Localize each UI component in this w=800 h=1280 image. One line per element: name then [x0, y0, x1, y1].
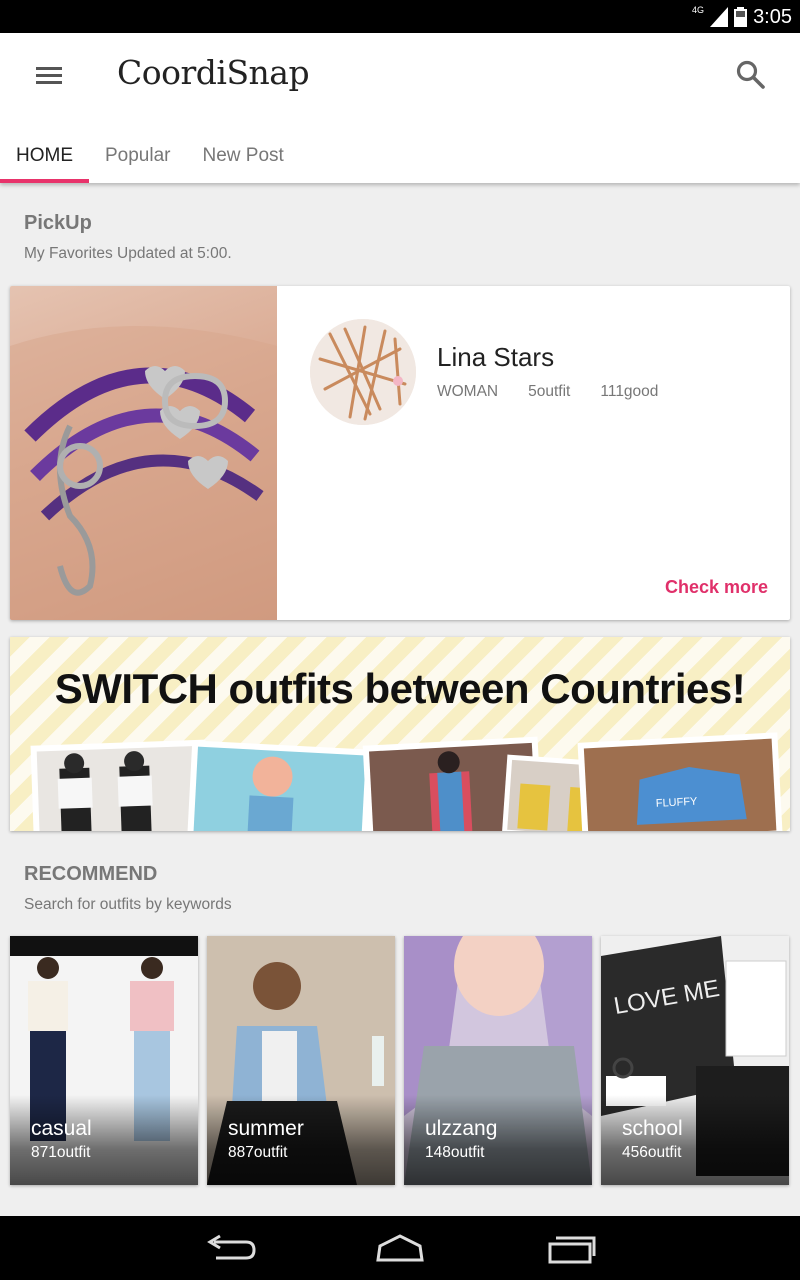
pickup-user-name[interactable]: Lina Stars: [437, 342, 554, 373]
pickup-title: PickUp: [24, 212, 92, 234]
svg-text:FLUFFY: FLUFFY: [656, 796, 699, 810]
recommend-card-summer[interactable]: summer 887outfit: [207, 936, 395, 1185]
recommend-card-ulzzang[interactable]: ulzzang 148outfit: [404, 936, 592, 1185]
network-type: 4G: [692, 5, 705, 15]
recommend-count: 871outfit: [31, 1144, 91, 1161]
recommend-label: casual: [31, 1117, 92, 1140]
tab-new-post[interactable]: New Post: [187, 128, 300, 183]
pickup-category: WOMAN: [437, 383, 499, 400]
status-bar: 4G 3:05: [0, 0, 800, 33]
recommend-title: RECOMMEND: [24, 863, 158, 885]
recommend-count: 148outfit: [425, 1144, 485, 1161]
recommend-label: ulzzang: [425, 1117, 498, 1140]
check-more-link[interactable]: Check more: [665, 577, 768, 598]
menu-icon[interactable]: [30, 60, 68, 90]
recommend-label: summer: [228, 1117, 304, 1140]
tab-popular[interactable]: Popular: [89, 128, 187, 183]
banner-photos: FLUFFY: [30, 732, 783, 831]
recommend-card-casual[interactable]: casual 871outfit: [10, 936, 198, 1185]
app-title: CoordiSnap: [117, 53, 310, 92]
system-nav-bar: [0, 1216, 800, 1280]
recommend-subtitle: Search for outfits by keywords: [24, 896, 232, 913]
pickup-outfit-count: 5outfit: [528, 383, 571, 400]
search-icon[interactable]: [734, 58, 768, 92]
clock: 3:05: [753, 5, 792, 28]
pickup-image[interactable]: [10, 286, 277, 620]
signal-icon: [710, 7, 729, 27]
recommend-grid: casual 871outfit summer 887outfit ulzzan…: [10, 936, 790, 1186]
pickup-header: PickUp My Favorites Updated at 5:00.: [24, 212, 232, 263]
recents-icon[interactable]: [542, 1230, 602, 1266]
back-icon[interactable]: [200, 1230, 260, 1266]
recommend-count: 887outfit: [228, 1144, 288, 1161]
tab-home[interactable]: HOME: [0, 128, 89, 183]
recommend-card-school[interactable]: LOVE ME school 456outfit: [601, 936, 789, 1185]
battery-icon: [734, 7, 748, 27]
promo-banner[interactable]: SWITCH outfits between Countries! FLUFFY: [10, 637, 790, 831]
pickup-meta: WOMAN 5outfit 111good: [437, 383, 658, 401]
app-bar: CoordiSnap HOME Popular New Post: [0, 33, 800, 183]
recommend-header: RECOMMEND Search for outfits by keywords: [24, 863, 232, 914]
pickup-good-count: 111good: [600, 383, 659, 400]
avatar[interactable]: [310, 319, 416, 425]
recommend-count: 456outfit: [622, 1144, 682, 1161]
tab-bar: HOME Popular New Post: [0, 128, 300, 183]
home-icon[interactable]: [370, 1230, 430, 1266]
pickup-card[interactable]: Lina Stars WOMAN 5outfit 111good Check m…: [10, 286, 790, 620]
recommend-label: school: [622, 1117, 683, 1140]
pickup-subtitle: My Favorites Updated at 5:00.: [24, 245, 232, 262]
